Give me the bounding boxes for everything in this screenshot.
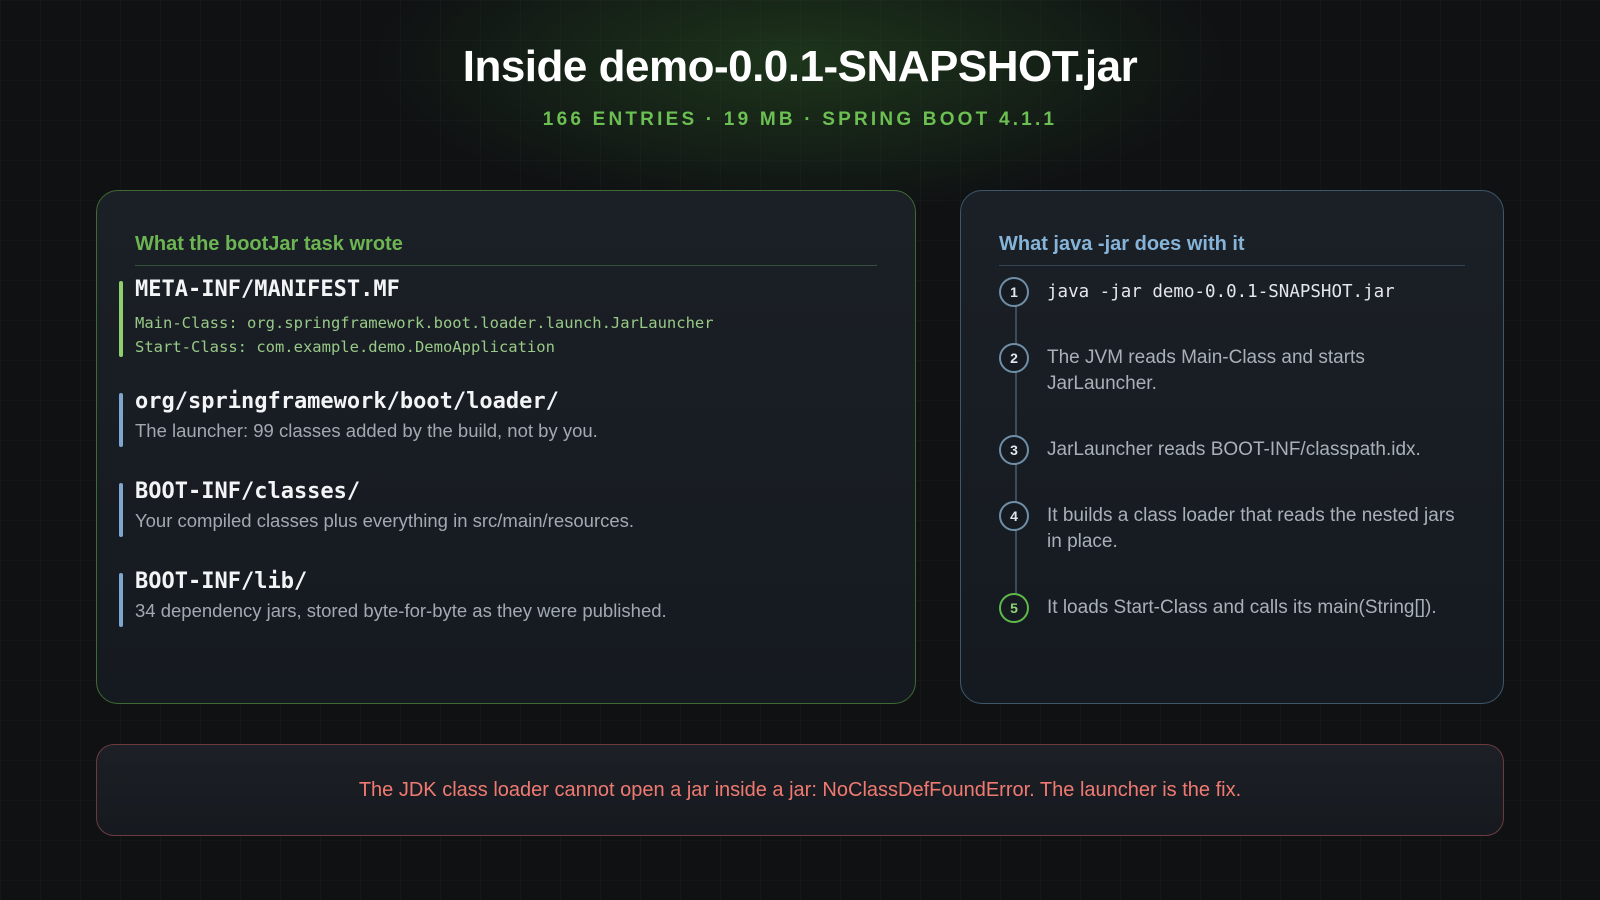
step-text: JarLauncher reads BOOT-INF/classpath.idx… [1047,439,1421,460]
step-number-badge: 1 [999,277,1029,307]
jar-entry-lib: BOOT-INF/lib/ 34 dependency jars, stored… [119,569,667,627]
java-jar-steps-panel: What java -jar does with it 1 java -jar … [960,190,1504,704]
step-number-badge: 3 [999,435,1029,465]
jar-entry-manifest: META-INF/MANIFEST.MF Main-Class: org.spr… [119,277,714,359]
entry-accent-bar [119,393,123,447]
bootjar-panel-divider [135,265,877,266]
entry-accent-bar [119,573,123,627]
jar-entry-loader: org/springframework/boot/loader/ The lau… [119,389,598,447]
jar-entry-path: META-INF/MANIFEST.MF [135,277,400,302]
step-number-badge: 2 [999,343,1029,373]
step-4: 4 It builds a class loader that reads th… [999,501,1473,555]
bootjar-panel-heading: What the bootJar task wrote [135,233,403,255]
jar-entry-description: 34 dependency jars, stored byte-for-byte… [135,600,667,621]
page-title: Inside demo-0.0.1-SNAPSHOT.jar [462,42,1138,91]
manifest-start-class: Start-Class: com.example.demo.DemoApplic… [135,338,555,356]
step-text: It loads Start-Class and calls its main(… [1047,597,1437,618]
bootjar-contents-panel: What the bootJar task wrote META-INF/MAN… [96,190,916,704]
manifest-attributes: Main-Class: org.springframework.boot.loa… [135,311,714,359]
jar-entry-classes: BOOT-INF/classes/ Your compiled classes … [119,479,635,537]
step-text: It builds a class loader that reads the … [1047,505,1455,552]
jar-entry-description: The launcher: 99 classes added by the bu… [135,420,598,441]
step-number-badge: 5 [999,593,1029,623]
step-1: 1 java -jar demo-0.0.1-SNAPSHOT.jar [999,277,1473,307]
step-3: 3 JarLauncher reads BOOT-INF/classpath.i… [999,435,1473,465]
step-5: 5 It loads Start-Class and calls its mai… [999,593,1473,623]
jar-entry-path: BOOT-INF/lib/ [135,569,308,594]
page-subtitle: 166 ENTRIES · 19 MB · SPRING BOOT 4.1.1 [542,109,1058,130]
step-number-badge: 4 [999,501,1029,531]
manifest-main-class: Main-Class: org.springframework.boot.loa… [135,314,714,332]
steps-panel-heading: What java -jar does with it [999,233,1245,255]
steps-panel-divider [999,265,1465,266]
entry-accent-bar [119,483,123,537]
manifest-accent-bar [119,281,123,357]
jar-entry-path: org/springframework/boot/loader/ [135,389,559,414]
step-text: The JVM reads Main-Class and starts JarL… [1047,347,1365,394]
nested-jar-callout: The JDK class loader cannot open a jar i… [96,744,1504,836]
jar-entry-path: BOOT-INF/classes/ [135,479,361,504]
step-text: java -jar demo-0.0.1-SNAPSHOT.jar [1047,282,1395,302]
jar-entry-description: Your compiled classes plus everything in… [135,510,635,531]
step-2: 2 The JVM reads Main-Class and starts Ja… [999,343,1473,397]
callout-text: The JDK class loader cannot open a jar i… [358,778,1242,801]
